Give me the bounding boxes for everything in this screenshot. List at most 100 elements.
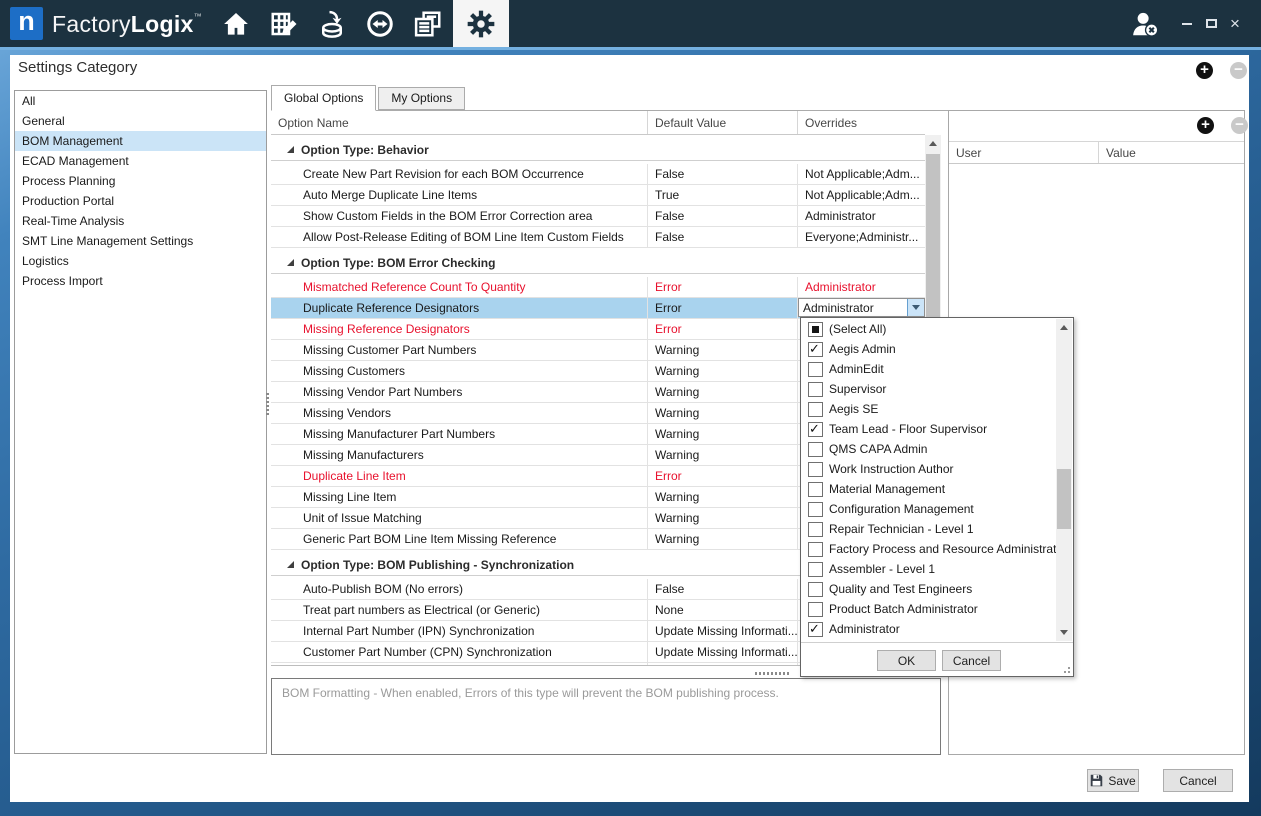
collapse-triangle-icon[interactable] <box>286 145 295 154</box>
option-name-cell: Auto Merge Duplicate Line Items <box>271 185 648 206</box>
checkbox-checked-icon[interactable] <box>808 342 823 357</box>
role-option-configuration-management[interactable]: Configuration Management <box>801 499 1056 519</box>
checkbox-unchecked-icon[interactable] <box>808 482 823 497</box>
cancel-button[interactable]: Cancel <box>1163 769 1233 792</box>
role-option-material-management[interactable]: Material Management <box>801 479 1056 499</box>
checkbox-checked-icon[interactable] <box>808 422 823 437</box>
settings-gear-icon[interactable] <box>453 0 509 47</box>
options-tabstrip: Global OptionsMy Options <box>271 87 951 111</box>
sidebar-item-process-planning[interactable]: Process Planning <box>15 171 266 191</box>
ok-button[interactable]: OK <box>877 650 936 671</box>
sidebar-item-general[interactable]: General <box>15 111 266 131</box>
dropdown-scrollbar[interactable] <box>1056 319 1072 641</box>
checkbox-unchecked-icon[interactable] <box>808 602 823 617</box>
minimize-button[interactable] <box>1176 0 1198 47</box>
role-option-work-instruction-author[interactable]: Work Instruction Author <box>801 459 1056 479</box>
npi-grid-pencil-icon[interactable] <box>260 0 308 47</box>
sidebar-item-real-time-analysis[interactable]: Real-Time Analysis <box>15 211 266 231</box>
overrides-combobox[interactable]: Administrator <box>798 298 925 317</box>
popup-resize-grip[interactable] <box>1061 664 1070 673</box>
column-header-default-value[interactable]: Default Value <box>648 111 798 134</box>
column-header-value[interactable]: Value <box>1099 142 1244 163</box>
role-option-label: Configuration Management <box>829 502 974 516</box>
checkbox-unchecked-icon[interactable] <box>808 382 823 397</box>
role-option-product-batch-administrator[interactable]: Product Batch Administrator <box>801 599 1056 619</box>
option-name-cell: Create New Part Revision for each BOM Oc… <box>271 164 648 185</box>
sidebar-item-logistics[interactable]: Logistics <box>15 251 266 271</box>
checkbox-unchecked-icon[interactable] <box>808 442 823 457</box>
collapse-triangle-icon[interactable] <box>286 560 295 569</box>
option-row-duplicate-reference-designators[interactable]: Duplicate Reference DesignatorsErrorAdmi… <box>271 298 925 319</box>
sidebar-item-all[interactable]: All <box>15 91 266 111</box>
collapse-triangle-icon[interactable] <box>286 258 295 267</box>
option-name-cell: Duplicate Line Item <box>271 466 648 487</box>
home-icon[interactable] <box>212 0 260 47</box>
role-option-repair-technician-level-1[interactable]: Repair Technician - Level 1 <box>801 519 1056 539</box>
option-row-show-custom-fields-in-the-bom-error-correction-area[interactable]: Show Custom Fields in the BOM Error Corr… <box>271 206 925 227</box>
sidebar-item-bom-management[interactable]: BOM Management <box>15 131 266 151</box>
role-option-aegis-admin[interactable]: Aegis Admin <box>801 339 1056 359</box>
checkbox-unchecked-icon[interactable] <box>808 582 823 597</box>
sync-circle-arrows-icon[interactable] <box>356 0 404 47</box>
database-import-icon[interactable] <box>308 0 356 47</box>
dropdown-scroll-up-icon[interactable] <box>1056 319 1072 336</box>
add-override-button[interactable]: + <box>1196 62 1213 79</box>
column-header-option-name[interactable]: Option Name <box>271 111 648 134</box>
checkbox-unchecked-icon[interactable] <box>808 502 823 517</box>
remove-override-button[interactable]: − <box>1230 62 1247 79</box>
column-header-overrides[interactable]: Overrides <box>798 111 925 134</box>
settings-panel: Settings Category + − AllGeneralBOM Mana… <box>10 55 1249 802</box>
checkbox-unchecked-icon[interactable] <box>808 402 823 417</box>
sidebar-item-ecad-management[interactable]: ECAD Management <box>15 151 266 171</box>
role-option-aegis-se[interactable]: Aegis SE <box>801 399 1056 419</box>
option-row-mismatched-reference-count-to-quantity[interactable]: Mismatched Reference Count To QuantityEr… <box>271 277 925 298</box>
settings-category-list[interactable]: AllGeneralBOM ManagementECAD ManagementP… <box>14 90 267 754</box>
chevron-down-icon[interactable] <box>907 299 924 316</box>
role-option-select-all[interactable]: (Select All) <box>801 319 1056 339</box>
vertical-splitter-grip[interactable] <box>266 393 269 415</box>
option-row-create-new-part-revision-for-each-bom-occurrence[interactable]: Create New Part Revision for each BOM Oc… <box>271 164 925 185</box>
options-grid-header: Option Name Default Value Overrides <box>271 111 925 135</box>
maximize-button[interactable] <box>1200 0 1222 47</box>
user-logout-icon[interactable] <box>1130 9 1160 42</box>
add-user-value-button[interactable]: + <box>1197 117 1214 134</box>
default-value-cell: False <box>648 206 798 227</box>
reports-windows-icon[interactable] <box>404 0 452 47</box>
option-name-cell: Missing Vendors <box>271 403 648 424</box>
checkbox-unchecked-icon[interactable] <box>808 462 823 477</box>
scroll-up-icon[interactable] <box>925 135 941 152</box>
default-value-cell: Warning <box>648 403 798 424</box>
checkbox-unchecked-icon[interactable] <box>808 522 823 537</box>
checkbox-unchecked-icon[interactable] <box>808 542 823 557</box>
group-label: Option Type: Behavior <box>301 143 429 157</box>
dropdown-scroll-down-icon[interactable] <box>1056 624 1072 641</box>
role-option-adminedit[interactable]: AdminEdit <box>801 359 1056 379</box>
group-header-option-type-behavior[interactable]: Option Type: Behavior <box>271 139 925 161</box>
checkbox-unchecked-icon[interactable] <box>808 562 823 577</box>
role-option-administrator[interactable]: Administrator <box>801 619 1056 639</box>
save-button[interactable]: Save <box>1087 769 1139 792</box>
sidebar-item-process-import[interactable]: Process Import <box>15 271 266 291</box>
sidebar-item-smt-line-management-settings[interactable]: SMT Line Management Settings <box>15 231 266 251</box>
popup-cancel-button[interactable]: Cancel <box>942 650 1001 671</box>
dropdown-scrollbar-thumb[interactable] <box>1057 469 1071 529</box>
checkbox-unchecked-icon[interactable] <box>808 362 823 377</box>
option-row-auto-merge-duplicate-line-items[interactable]: Auto Merge Duplicate Line ItemsTrueNot A… <box>271 185 925 206</box>
role-option-factory-process-and-resource-administrator[interactable]: Factory Process and Resource Administrat… <box>801 539 1056 559</box>
role-option-supervisor[interactable]: Supervisor <box>801 379 1056 399</box>
role-option-team-lead-floor-supervisor[interactable]: Team Lead - Floor Supervisor <box>801 419 1056 439</box>
sidebar-item-production-portal[interactable]: Production Portal <box>15 191 266 211</box>
option-row-allow-post-release-editing-of-bom-line-item-custom-fields[interactable]: Allow Post-Release Editing of BOM Line I… <box>271 227 925 248</box>
role-option-assembler-level-1[interactable]: Assembler - Level 1 <box>801 559 1056 579</box>
tab-global-options[interactable]: Global Options <box>271 85 376 111</box>
close-button[interactable]: × <box>1224 0 1246 47</box>
role-option-qms-capa-admin[interactable]: QMS CAPA Admin <box>801 439 1056 459</box>
group-header-option-type-bom-error-checking[interactable]: Option Type: BOM Error Checking <box>271 252 925 274</box>
checkbox-checked-icon[interactable] <box>808 622 823 637</box>
column-header-user[interactable]: User <box>949 142 1099 163</box>
role-option-quality-and-test-engineers[interactable]: Quality and Test Engineers <box>801 579 1056 599</box>
checkbox-indeterminate-icon[interactable] <box>808 322 823 337</box>
remove-user-value-button[interactable]: − <box>1231 117 1248 134</box>
horizontal-splitter-grip[interactable] <box>755 672 791 675</box>
tab-my-options[interactable]: My Options <box>378 87 465 110</box>
